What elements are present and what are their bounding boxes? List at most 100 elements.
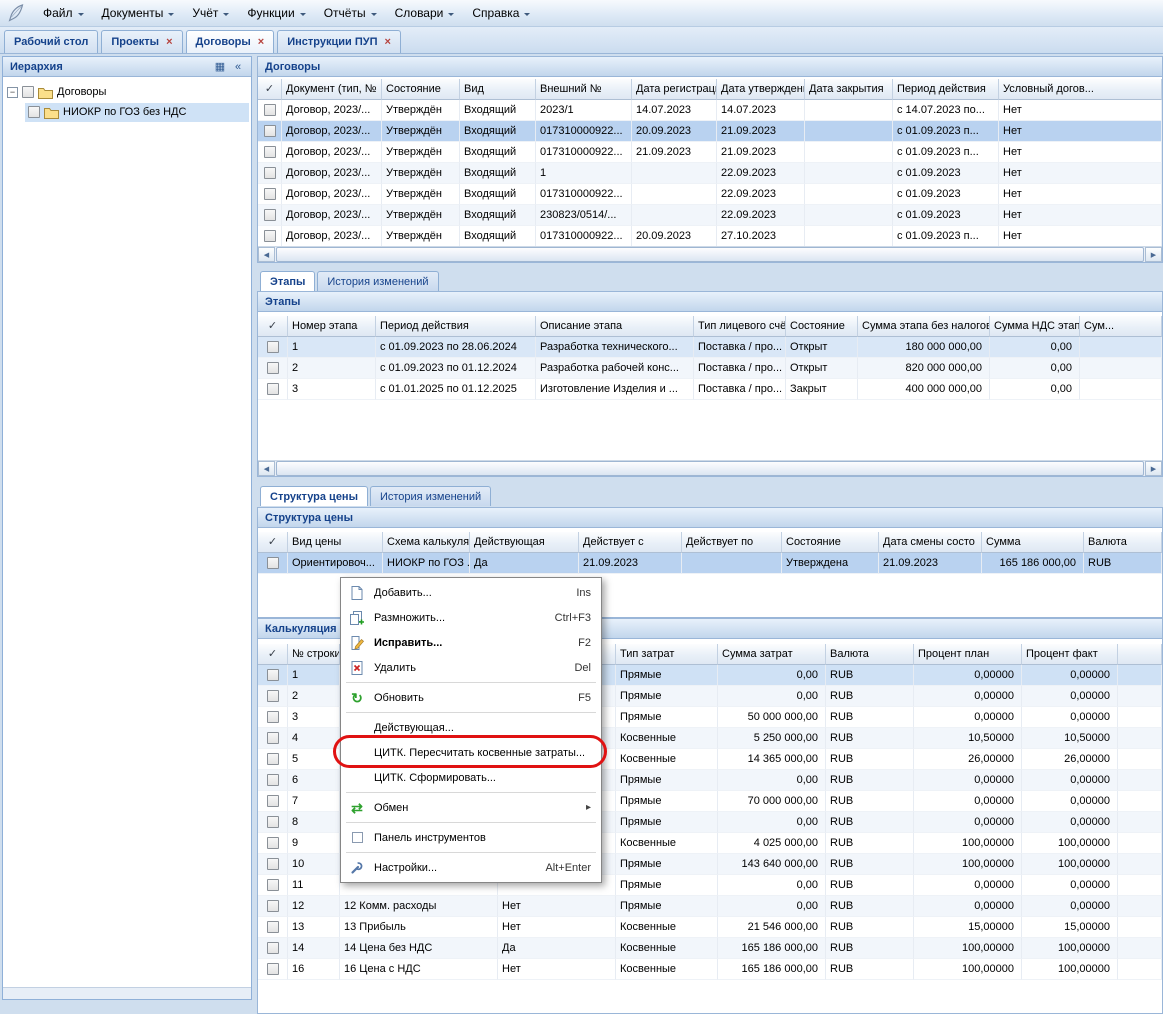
column-header[interactable]: Дата регистрации — [632, 79, 717, 100]
table-row[interactable]: 1 с 01.09.2023 по 28.06.2024 Разработка … — [258, 337, 1162, 358]
collapse-panel-icon[interactable]: « — [229, 59, 247, 75]
tree-horizontal-scrollbar[interactable] — [3, 987, 251, 999]
select-all-header[interactable]: ✓ — [258, 316, 288, 337]
tab-price-history[interactable]: История изменений — [370, 486, 491, 506]
row-checkbox[interactable] — [267, 879, 279, 891]
grid-view-icon[interactable]: ▦ — [211, 59, 229, 75]
row-checkbox[interactable] — [267, 362, 279, 374]
table-row[interactable]: Договор, 2023/... Утверждён Входящий 1 2… — [258, 163, 1162, 184]
row-checkbox[interactable] — [267, 921, 279, 933]
row-checkbox[interactable] — [264, 209, 276, 221]
context-menu-item-refresh[interactable]: ↻ ОбновитьF5 — [343, 685, 599, 710]
table-row[interactable]: 3 с 01.01.2025 по 01.12.2025 Изготовлени… — [258, 379, 1162, 400]
row-checkbox[interactable] — [267, 732, 279, 744]
row-checkbox[interactable] — [267, 963, 279, 975]
column-header[interactable]: Действующая — [470, 532, 579, 553]
select-all-header[interactable]: ✓ — [258, 644, 288, 665]
tab-price-structure[interactable]: Структура цены — [260, 486, 368, 506]
column-header[interactable]: Процент факт — [1022, 644, 1118, 665]
row-checkbox[interactable] — [264, 104, 276, 116]
collapse-node-icon[interactable]: − — [7, 87, 18, 98]
column-header[interactable]: Номер этапа — [288, 316, 376, 337]
column-header[interactable]: Процент план — [914, 644, 1022, 665]
table-row[interactable]: Договор, 2023/... Утверждён Входящий 017… — [258, 121, 1162, 142]
tab-instructions[interactable]: Инструкции ПУП× — [277, 30, 401, 53]
column-header[interactable]: Сумма НДС этапа — [990, 316, 1080, 337]
tab-stages[interactable]: Этапы — [260, 271, 315, 291]
column-header[interactable]: Состояние — [786, 316, 858, 337]
row-checkbox[interactable] — [267, 816, 279, 828]
table-row[interactable]: 2 с 01.09.2023 по 01.12.2024 Разработка … — [258, 358, 1162, 379]
tab-desktop[interactable]: Рабочий стол — [4, 30, 98, 53]
menu-help[interactable]: Справка — [463, 1, 539, 25]
select-all-header[interactable]: ✓ — [258, 532, 288, 553]
table-row[interactable]: Ориентировоч... НИОКР по ГОЗ ... Да 21.0… — [258, 553, 1162, 574]
row-checkbox[interactable] — [267, 774, 279, 786]
table-row[interactable]: Договор, 2023/... Утверждён Входящий 230… — [258, 205, 1162, 226]
column-header[interactable]: Вид — [460, 79, 536, 100]
column-header[interactable]: Условный догов... — [999, 79, 1162, 100]
table-row[interactable]: 16 16 Цена с НДС Нет Косвенные 165 186 0… — [258, 959, 1162, 980]
row-checkbox[interactable] — [267, 341, 279, 353]
context-menu-item-settings[interactable]: Настройки...Alt+Enter — [343, 855, 599, 880]
scroll-right-button[interactable]: ▶ — [1145, 247, 1162, 262]
horizontal-scrollbar[interactable]: ◀ ▶ — [258, 246, 1162, 262]
column-header[interactable]: Внешний № — [536, 79, 632, 100]
table-row[interactable]: Договор, 2023/... Утверждён Входящий 017… — [258, 142, 1162, 163]
row-checkbox[interactable] — [267, 942, 279, 954]
column-header[interactable]: Сум... — [1080, 316, 1162, 337]
context-menu-item-toolbar[interactable]: Панель инструментов — [343, 825, 599, 850]
table-row[interactable]: 13 13 Прибыль Нет Косвенные 21 546 000,0… — [258, 917, 1162, 938]
horizontal-scrollbar[interactable]: ◀ ▶ — [258, 460, 1162, 476]
column-header[interactable]: Состояние — [782, 532, 879, 553]
row-checkbox[interactable] — [267, 557, 279, 569]
node-checkbox[interactable] — [22, 86, 34, 98]
scroll-left-button[interactable]: ◀ — [258, 247, 275, 262]
column-header[interactable]: Действует с — [579, 532, 682, 553]
row-checkbox[interactable] — [264, 146, 276, 158]
tab-contracts[interactable]: Договоры× — [186, 30, 275, 53]
menu-functions[interactable]: Функции — [238, 1, 314, 25]
context-menu-item-citk-generate[interactable]: ЦИТК. Сформировать... — [343, 765, 599, 790]
row-checkbox[interactable] — [267, 858, 279, 870]
select-all-header[interactable]: ✓ — [258, 79, 282, 100]
column-header[interactable]: Описание этапа — [536, 316, 694, 337]
close-icon[interactable]: × — [258, 37, 264, 48]
row-checkbox[interactable] — [264, 167, 276, 179]
column-header[interactable]: Сумма этапа без налогов — [858, 316, 990, 337]
column-header[interactable]: Тип лицевого счёт — [694, 316, 786, 337]
tree-node-niokr[interactable]: НИОКР по ГОЗ без НДС — [5, 102, 249, 122]
menu-documents[interactable]: Документы — [93, 1, 184, 25]
column-header[interactable]: Дата закрытия — [805, 79, 893, 100]
context-menu-item-acting[interactable]: Действующая... — [343, 715, 599, 740]
menu-file[interactable]: Файл — [34, 1, 93, 25]
node-checkbox[interactable] — [28, 106, 40, 118]
column-header[interactable]: № строки — [288, 644, 340, 665]
column-header[interactable]: Период действия — [376, 316, 536, 337]
column-header[interactable]: Сумма затрат — [718, 644, 826, 665]
scroll-left-button[interactable]: ◀ — [258, 461, 275, 476]
menu-dictionaries[interactable]: Словари — [386, 1, 464, 25]
context-menu-item-edit[interactable]: Исправить...F2 — [343, 630, 599, 655]
column-header[interactable]: Документ (тип, № — [282, 79, 382, 100]
scrollbar-thumb[interactable] — [276, 461, 1144, 476]
row-checkbox[interactable] — [267, 795, 279, 807]
column-header[interactable]: Дата смены состо — [879, 532, 982, 553]
column-header[interactable]: Состояние — [382, 79, 460, 100]
column-header[interactable]: Действует по — [682, 532, 782, 553]
row-checkbox[interactable] — [267, 690, 279, 702]
tree-node-contracts[interactable]: − Договоры — [5, 82, 249, 102]
table-row[interactable]: 12 12 Комм. расходы Нет Прямые 0,00 RUB … — [258, 896, 1162, 917]
menu-accounting[interactable]: Учёт — [183, 1, 238, 25]
menu-reports[interactable]: Отчёты — [315, 1, 386, 25]
column-header[interactable]: Валюта — [1084, 532, 1162, 553]
row-checkbox[interactable] — [267, 711, 279, 723]
context-menu-item-exchange[interactable]: ⇄ Обмен ▸ — [343, 795, 599, 820]
row-checkbox[interactable] — [264, 125, 276, 137]
row-checkbox[interactable] — [267, 669, 279, 681]
context-menu-item-add[interactable]: Добавить...Ins — [343, 580, 599, 605]
column-header[interactable]: Валюта — [826, 644, 914, 665]
row-checkbox[interactable] — [267, 900, 279, 912]
row-checkbox[interactable] — [264, 188, 276, 200]
context-menu-item-delete[interactable]: УдалитьDel — [343, 655, 599, 680]
